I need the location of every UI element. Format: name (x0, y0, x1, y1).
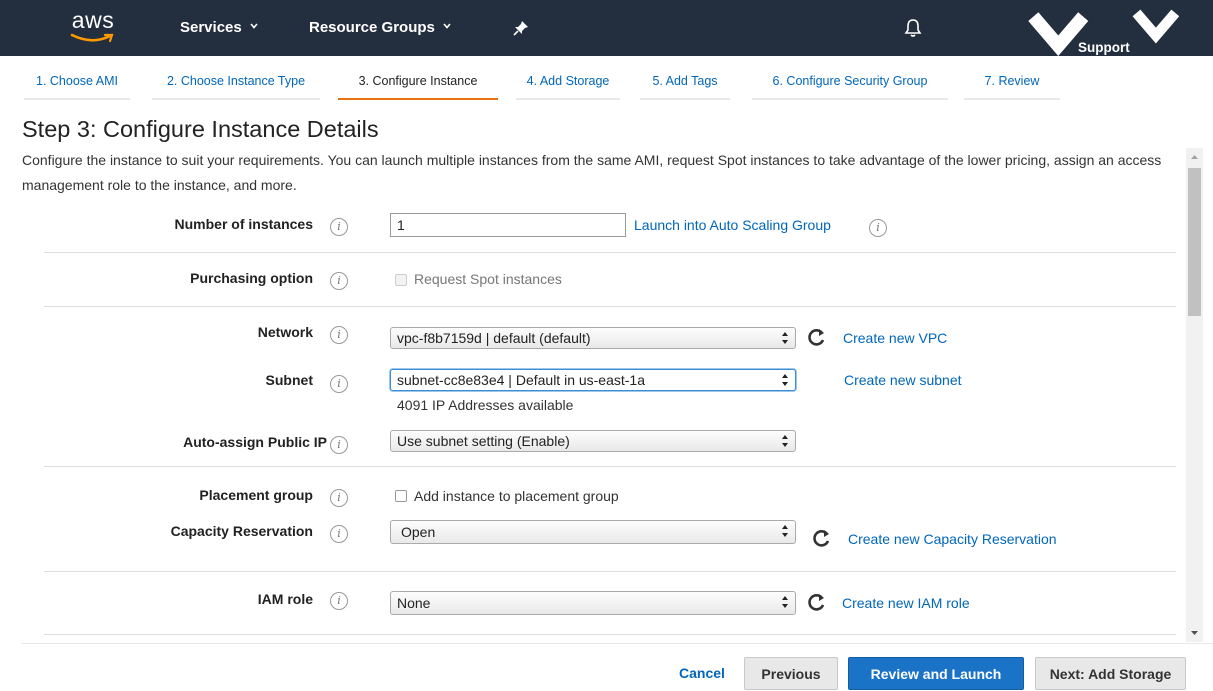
subnet-select[interactable]: subnet-cc8e83e4 | Default in us-east-1a (390, 369, 796, 391)
refresh-icon[interactable] (807, 592, 827, 612)
previous-button[interactable]: Previous (744, 657, 838, 690)
select-arrows-icon (782, 596, 788, 608)
info-icon[interactable]: i (869, 219, 887, 237)
number-of-instances-input[interactable]: 1 (390, 213, 626, 237)
placement-group-label: Placement group (199, 487, 313, 503)
subnet-ip-availability: 4091 IP Addresses available (397, 397, 574, 413)
capacity-reservation-select-value: Open (401, 524, 436, 540)
select-arrows-icon (782, 435, 788, 447)
info-icon[interactable]: i (330, 218, 348, 236)
auto-assign-ip-select[interactable]: Use subnet setting (Enable) (390, 430, 796, 452)
divider (44, 252, 1176, 253)
divider (44, 634, 1176, 635)
configure-form: Number of instances i 1 Launch into Auto… (0, 0, 1213, 640)
capacity-reservation-select[interactable]: Open (390, 520, 796, 544)
create-capacity-reservation-link[interactable]: Create new Capacity Reservation (848, 531, 1057, 547)
network-select[interactable]: vpc-f8b7159d | default (default) (390, 327, 796, 349)
iam-role-label: IAM role (257, 591, 313, 607)
network-label: Network (257, 324, 313, 340)
number-of-instances-label: Number of instances (174, 216, 313, 232)
info-icon[interactable]: i (330, 525, 348, 543)
scrollbar-thumb[interactable] (1188, 168, 1201, 316)
info-icon[interactable]: i (330, 436, 348, 454)
divider (44, 466, 1176, 467)
scroll-up-arrow-icon[interactable] (1186, 148, 1203, 165)
vertical-scrollbar[interactable] (1186, 148, 1203, 642)
select-arrows-icon (782, 374, 788, 386)
info-icon[interactable]: i (330, 489, 348, 507)
auto-assign-ip-label: Auto-assign Public IP (183, 434, 327, 450)
request-spot-label: Request Spot instances (414, 271, 562, 287)
iam-role-select-value: None (397, 595, 431, 611)
select-arrows-icon (782, 332, 788, 344)
purchasing-option-label: Purchasing option (190, 270, 313, 286)
next-add-storage-button[interactable]: Next: Add Storage (1035, 657, 1186, 690)
footer-divider (22, 643, 1213, 644)
auto-assign-ip-select-value: Use subnet setting (Enable) (397, 433, 570, 449)
create-new-subnet-link[interactable]: Create new subnet (844, 372, 962, 388)
create-iam-role-link[interactable]: Create new IAM role (842, 595, 970, 611)
subnet-label: Subnet (265, 372, 313, 388)
subnet-select-value: subnet-cc8e83e4 | Default in us-east-1a (397, 372, 646, 388)
launch-auto-scaling-link[interactable]: Launch into Auto Scaling Group (634, 217, 831, 233)
placement-group-checkbox[interactable] (395, 490, 407, 502)
refresh-icon[interactable] (812, 528, 832, 548)
capacity-reservation-label: Capacity Reservation (170, 523, 313, 539)
info-icon[interactable]: i (330, 272, 348, 290)
select-arrows-icon (782, 525, 788, 537)
review-and-launch-button[interactable]: Review and Launch (848, 657, 1024, 690)
info-icon[interactable]: i (330, 375, 348, 393)
refresh-icon[interactable] (807, 327, 827, 347)
divider (44, 306, 1176, 307)
scroll-down-arrow-icon[interactable] (1186, 625, 1203, 642)
info-icon[interactable]: i (330, 326, 348, 344)
divider (44, 571, 1176, 572)
network-select-value: vpc-f8b7159d | default (default) (397, 330, 591, 346)
placement-group-checkbox-label: Add instance to placement group (414, 488, 619, 504)
info-icon[interactable]: i (330, 592, 348, 610)
create-new-vpc-link[interactable]: Create new VPC (843, 330, 947, 346)
cancel-button[interactable]: Cancel (668, 657, 736, 690)
request-spot-checkbox[interactable] (395, 274, 407, 286)
iam-role-select[interactable]: None (390, 591, 796, 615)
